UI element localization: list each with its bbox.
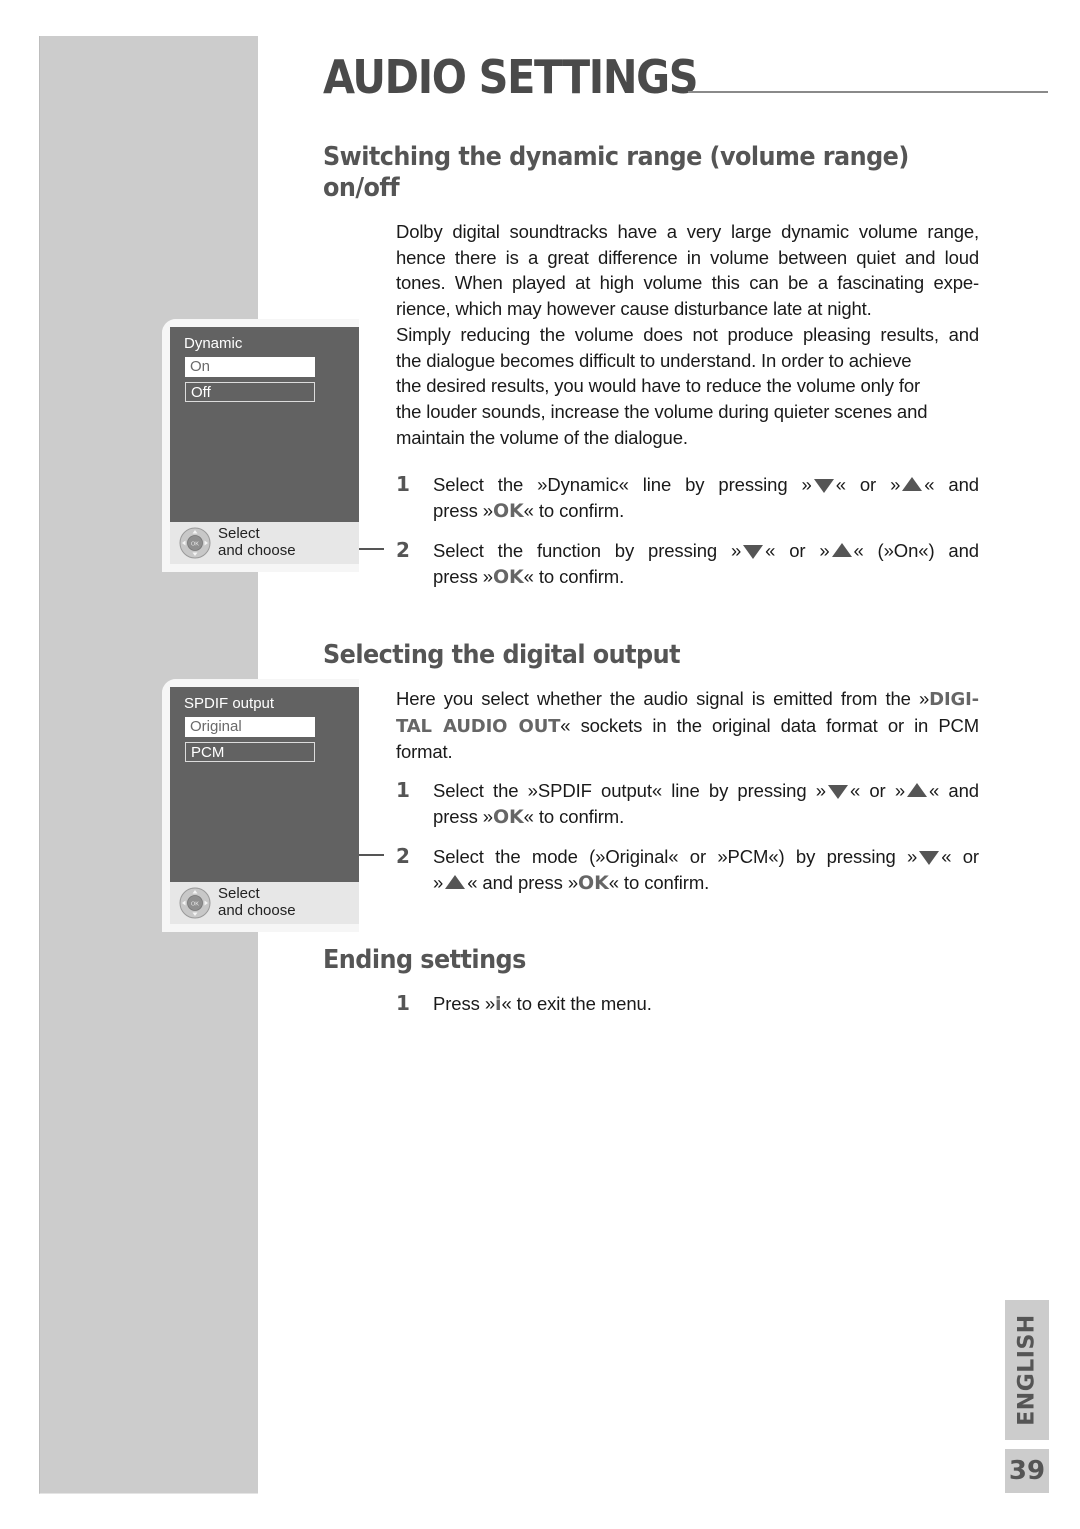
arrow-up-icon [902, 477, 923, 492]
step-text: « to confirm. [523, 805, 625, 827]
ok-key-label: OK [578, 871, 609, 894]
paragraph-line: the desired results, you would have to r… [396, 375, 920, 397]
osd-menu-dynamic-frame: Dynamic On Off OK Select and choose [162, 319, 359, 572]
step-text: « to exit the menu. [501, 993, 652, 1014]
page-title: AUDIO SETTINGS [323, 50, 699, 104]
step-1-exit: 1 Press »i« to exit the menu. [396, 991, 979, 1018]
arrow-up-icon [831, 543, 852, 558]
step-2-spdif: 2 Select the mode (»Original« or »PCM«) … [396, 844, 979, 896]
arrow-up-icon [445, 874, 466, 889]
paragraph-line: maintain the volume of the dialogue. [396, 426, 688, 448]
step-text: Press » [433, 993, 496, 1014]
osd-footer-select: Select [218, 525, 260, 542]
paragraph-text: format. [396, 741, 453, 763]
step-text: « or » [765, 540, 830, 561]
osd-menu-title: SPDIF output [184, 695, 275, 712]
paragraph-text: Here you select whether the audio signal… [396, 688, 930, 709]
step-number: 1 [396, 991, 410, 1015]
paragraph-line: tones. When played at high volume this c… [396, 272, 979, 294]
callout-leader-line [359, 854, 384, 856]
arrow-down-icon [919, 851, 940, 866]
arrow-up-icon [907, 783, 928, 798]
osd-menu-spdif-frame: SPDIF output Original PCM OK Select and … [162, 679, 359, 932]
osd-footer-choose: and choose [218, 542, 296, 559]
paragraph-line: hence there is a great difference in vol… [396, 246, 979, 268]
osd-footer: OK Select and choose [170, 882, 359, 924]
step-text: « or » [835, 474, 901, 495]
step-number: 2 [396, 538, 410, 562]
osd-option-off[interactable]: Off [185, 382, 315, 402]
step-text: » [433, 871, 444, 893]
paragraph-line: the dialogue becomes difficult to unders… [396, 349, 912, 371]
section-heading-dynamic-range: Switching the dynamic range (volume rang… [323, 142, 909, 204]
step-text: « or [941, 846, 979, 867]
digital-output-paragraph: Here you select whether the audio signal… [396, 686, 979, 765]
paragraph-text: « sockets in the original data format or… [560, 714, 979, 736]
remote-navigation-ok-icon: OK [179, 887, 211, 919]
paragraph-line: the louder sounds, increase the volume d… [396, 400, 928, 422]
step-text: « to confirm. [523, 499, 625, 521]
step-text: « (»On«) and [853, 540, 980, 561]
step-1-spdif: 1 Select the »SPDIF output« line by pres… [396, 778, 979, 830]
step-1-dynamic: 1 Select the »Dynamic« line by pressing … [396, 472, 979, 524]
svg-text:OK: OK [191, 541, 199, 547]
step-text: « and [924, 474, 980, 495]
arrow-down-icon [813, 479, 834, 494]
language-label: ENGLISH [1014, 1314, 1040, 1426]
osd-menu-title: Dynamic [184, 335, 243, 352]
ok-key-label: OK [492, 565, 524, 588]
heading-line: Switching the dynamic range (volume rang… [323, 142, 909, 172]
step-text: « and press » [467, 871, 579, 893]
step-text: « to confirm. [523, 565, 625, 587]
step-text: press » [433, 565, 493, 587]
osd-option-on[interactable]: On [185, 357, 315, 377]
paragraph-line: Dolby digital soundtracks have a very la… [396, 221, 979, 242]
socket-name-strong: TAL AUDIO OUT [396, 715, 561, 737]
osd-menu-dynamic: Dynamic On Off OK Select and choose [170, 327, 359, 564]
dynamic-range-paragraph: Dolby digital soundtracks have a very la… [396, 219, 979, 450]
remote-navigation-ok-icon: OK [179, 527, 211, 559]
osd-footer: OK Select and choose [170, 522, 359, 564]
arrow-down-icon [743, 545, 764, 560]
step-text: Select the function by pressing » [433, 540, 742, 561]
svg-text:OK: OK [191, 901, 199, 907]
osd-option-pcm[interactable]: PCM [185, 742, 315, 762]
step-2-dynamic: 2 Select the function by pressing » « or … [396, 538, 979, 590]
step-text: press » [433, 805, 493, 827]
paragraph-line: Simply reducing the volume does not prod… [396, 323, 979, 345]
ok-key-label: OK [492, 499, 524, 522]
step-text: Select the mode (»Original« or »PCM«) by… [433, 846, 918, 867]
title-rule [688, 91, 1048, 93]
step-text: « or » [849, 780, 906, 801]
page-number: 39 [1005, 1449, 1049, 1493]
osd-menu-spdif: SPDIF output Original PCM OK Select and … [170, 687, 359, 924]
section-heading-digital-output: Selecting the digital output [323, 640, 681, 670]
arrow-down-icon [827, 785, 848, 800]
step-number: 1 [396, 778, 410, 802]
paragraph-line: rience, which may however cause disturba… [396, 298, 872, 320]
ok-key-label: OK [492, 805, 524, 828]
section-heading-ending-settings: Ending settings [323, 945, 526, 975]
heading-line: on/off [323, 173, 400, 203]
socket-name-strong: DIGI- [929, 689, 979, 710]
step-text: Select the »SPDIF output« line by pressi… [433, 780, 826, 801]
step-number: 1 [396, 472, 410, 496]
step-number: 2 [396, 844, 410, 868]
osd-option-original[interactable]: Original [185, 717, 315, 737]
step-text: Select the »Dynamic« line by pressing » [433, 474, 812, 495]
osd-footer-choose: and choose [218, 902, 296, 919]
step-text: « to confirm. [608, 871, 710, 893]
step-text: press » [433, 499, 493, 521]
callout-leader-line [359, 548, 384, 550]
language-tab: ENGLISH [1005, 1300, 1049, 1440]
step-text: « and [929, 780, 979, 801]
osd-footer-select: Select [218, 885, 260, 902]
